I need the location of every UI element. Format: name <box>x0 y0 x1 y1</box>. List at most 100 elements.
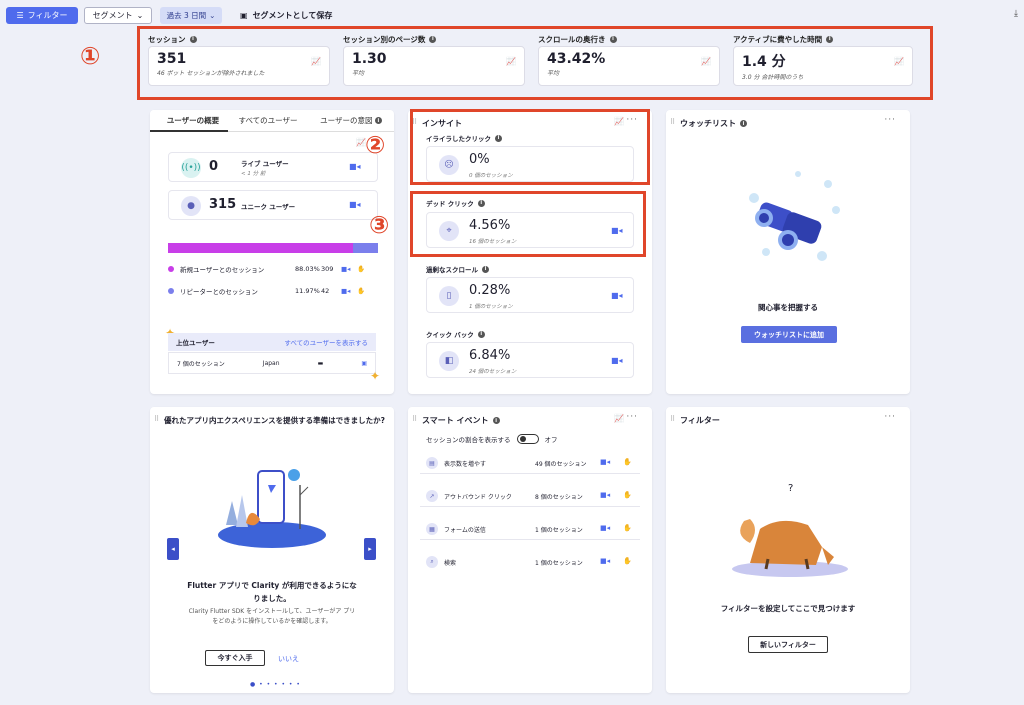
drag-handle-icon[interactable]: ⠿ <box>670 415 675 423</box>
new-users-legend: 新規ユーザーとのセッション 88.03% 309 ■◂ ✋ <box>168 264 368 274</box>
annotation-two: ② <box>365 131 386 159</box>
metric-card[interactable]: 1.30 平均 📈 <box>343 46 525 86</box>
chevron-down-icon: ⌄ <box>136 11 144 20</box>
live-users-card[interactable]: ((•)) 0 ライブ ユーザー < 1 分 前 ■◂ <box>168 152 378 182</box>
info-icon[interactable]: i <box>492 417 500 424</box>
scroll-icon: ▯ <box>439 286 459 306</box>
quick-back-card[interactable]: ◧ 6.84% 24 個のセッション ■◂ <box>426 342 634 378</box>
smart-event-row[interactable]: ▦ フォームの送信 1 個のセッション ■◂ ✋ <box>420 518 640 540</box>
info-icon[interactable]: i <box>495 134 502 142</box>
tab-user-overview[interactable]: ユーザーの概要 <box>150 110 228 132</box>
video-camera-icon[interactable]: ■◂ <box>341 287 357 295</box>
hand-icon[interactable]: ✋ <box>357 287 365 295</box>
smart-event-row[interactable]: ↗ アウトバウンド クリック 8 個のセッション ■◂ ✋ <box>420 485 640 507</box>
hand-icon[interactable]: ✋ <box>623 524 632 532</box>
browser-icon: ▣ <box>361 359 367 367</box>
carousel-prev-button[interactable]: ◂ <box>167 538 179 560</box>
hand-icon[interactable]: ✋ <box>623 458 632 466</box>
download-icon[interactable]: ⤓ <box>1014 9 1018 19</box>
chevron-left-icon: ◂ <box>171 545 175 553</box>
hand-icon[interactable]: ✋ <box>623 491 632 499</box>
info-icon: i <box>374 117 382 124</box>
chart-icon[interactable]: 📈 <box>614 414 624 423</box>
metric-card[interactable]: 1.4 分 3.0 分 合計時間のうち 📈 <box>733 46 913 86</box>
carousel-next-button[interactable]: ▸ <box>364 538 376 560</box>
smart-events-panel: ⠿ スマート イベント i 📈 ··· セッションの割合を表示する オフ <box>408 407 652 693</box>
user-icon: ● <box>181 196 201 216</box>
metric-active-time: アクティブに費やした時間 i 1.4 分 3.0 分 合計時間のうち 📈 <box>733 34 913 88</box>
returning-users-legend: リピーターとのセッション 11.97% 42 ■◂ ✋ <box>168 286 368 296</box>
no-thanks-link[interactable]: いいえ <box>278 654 299 664</box>
drag-handle-icon[interactable]: ⠿ <box>154 415 159 423</box>
chevron-down-icon: ⌄ <box>209 11 216 20</box>
filter-button[interactable]: ☰ フィルター <box>6 7 78 24</box>
new-filter-button[interactable]: 新しいフィルター <box>748 636 828 653</box>
info-icon[interactable]: i <box>609 35 617 43</box>
flutter-promo-panel: ⠿ 優れたアプリ内エクスペリエンスを提供する準備はできましたか? ◂ ▸ Flu… <box>150 407 394 693</box>
chart-icon[interactable]: 📈 <box>506 57 516 66</box>
smart-event-row[interactable]: ▤ 表示数を増やす 49 個のセッション ■◂ ✋ <box>420 452 640 474</box>
video-camera-icon[interactable]: ■◂ <box>611 291 623 300</box>
segment-dropdown[interactable]: セグメント ⌄ <box>84 7 152 24</box>
unique-users-card[interactable]: ● 315 ユニーク ユーザー ■◂ <box>168 190 378 220</box>
fox-illustration <box>732 519 848 577</box>
angry-face-icon: ☹ <box>439 155 459 175</box>
more-options-icon[interactable]: ··· <box>884 412 896 422</box>
annotation-one: ① <box>80 42 101 70</box>
dead-clicks-card[interactable]: ⌖ 4.56% 16 個のセッション ■◂ <box>426 212 634 248</box>
laptop-icon: ▬ <box>317 359 324 367</box>
returning-users-bar <box>353 243 378 253</box>
search-icon: ⌕ <box>426 556 438 568</box>
hand-icon[interactable]: ✋ <box>357 265 365 273</box>
top-user-row[interactable]: 7 個のセッション Japan ▬ ▣ <box>168 352 376 374</box>
video-camera-icon[interactable]: ■◂ <box>611 356 623 365</box>
metric-card[interactable]: 43.42% 平均 📈 <box>538 46 720 86</box>
watchlist-panel: ⠿ ウォッチリスト i ··· 関心事を把握する ウォッチリストに追加 <box>666 110 910 394</box>
drag-handle-icon[interactable]: ⠿ <box>412 415 417 423</box>
info-icon[interactable]: i <box>826 35 834 43</box>
video-camera-icon[interactable]: ■◂ <box>600 557 610 565</box>
filter-icon: ☰ <box>16 11 24 20</box>
more-options-icon[interactable]: ··· <box>626 412 638 422</box>
quick-back-icon: ◧ <box>439 351 459 371</box>
tab-user-intent[interactable]: ユーザーの意図 i <box>308 110 394 132</box>
live-icon: ((•)) <box>181 158 201 178</box>
hand-icon[interactable]: ✋ <box>623 557 632 565</box>
more-options-icon[interactable]: ··· <box>884 115 896 125</box>
info-icon[interactable]: i <box>189 35 197 43</box>
info-icon[interactable]: i <box>477 199 485 207</box>
new-users-bar <box>168 243 353 253</box>
tab-all-users[interactable]: すべてのユーザー <box>228 110 308 132</box>
info-icon[interactable]: i <box>482 265 489 273</box>
show-all-users-link[interactable]: すべてのユーザーを表示する <box>284 337 368 347</box>
drag-handle-icon[interactable]: ⠿ <box>670 118 675 126</box>
smart-event-row[interactable]: ⌕ 検索 1 個のセッション ■◂ ✋ <box>420 551 640 573</box>
video-camera-icon[interactable]: ■◂ <box>341 265 357 273</box>
rage-clicks-card[interactable]: ☹ 0% 0 個のセッション <box>426 146 634 182</box>
video-camera-icon[interactable]: ■◂ <box>600 524 610 532</box>
date-range-dropdown[interactable]: 過去 3 日間 ⌄ <box>160 7 222 24</box>
video-camera-icon[interactable]: ■◂ <box>349 200 361 209</box>
video-camera-icon[interactable]: ■◂ <box>349 162 361 171</box>
session-percentage-toggle[interactable] <box>516 434 539 444</box>
returning-users-dot <box>168 288 174 294</box>
add-to-watchlist-button[interactable]: ウォッチリストに追加 <box>741 326 837 343</box>
excessive-scroll-card[interactable]: ▯ 0.28% 1 個のセッション ■◂ <box>426 277 634 313</box>
chart-icon[interactable]: 📈 <box>894 57 904 66</box>
video-camera-icon[interactable]: ■◂ <box>611 226 623 235</box>
info-icon[interactable]: i <box>740 120 747 127</box>
info-icon[interactable]: i <box>477 330 485 338</box>
carousel-dots[interactable]: ● • • • • • • <box>250 681 301 688</box>
chart-icon[interactable]: 📈 <box>311 57 321 66</box>
video-camera-icon[interactable]: ■◂ <box>600 458 610 466</box>
info-icon[interactable]: i <box>429 35 437 43</box>
dead-click-icon: ⌖ <box>439 221 459 241</box>
metric-sessions: セッション i 351 46 ボット セッションが除外されました 📈 <box>148 34 330 88</box>
get-now-button[interactable]: 今すぐ入手 <box>205 650 265 666</box>
save-segment-button[interactable]: ▣ セグメントとして保存 <box>240 7 332 24</box>
chart-icon[interactable]: 📈 <box>701 57 711 66</box>
top-users-header: 上位ユーザー すべてのユーザーを表示する <box>168 333 376 351</box>
metric-card[interactable]: 351 46 ボット セッションが除外されました 📈 <box>148 46 330 86</box>
video-camera-icon[interactable]: ■◂ <box>600 491 610 499</box>
flutter-illustration <box>218 469 326 548</box>
